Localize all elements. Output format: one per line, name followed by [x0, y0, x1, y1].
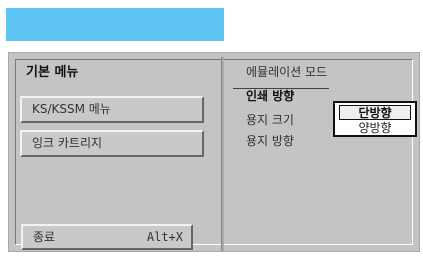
emulation-mode-label[interactable]: 에뮬레이션 모드: [246, 63, 327, 80]
print-direction-dropdown[interactable]: 단방향 양방향: [333, 101, 417, 137]
ks-kssm-menu-button[interactable]: KS/KSSM 메뉴: [20, 96, 204, 123]
menu-title: 기본 메뉴: [26, 65, 79, 80]
column-divider: [221, 57, 224, 251]
print-direction-label[interactable]: 인쇄 방향: [246, 87, 294, 104]
paper-size-label[interactable]: 용지 크기: [246, 111, 294, 128]
exit-label: 종료: [33, 230, 56, 244]
paper-direction-label[interactable]: 용지 방향: [246, 132, 294, 149]
ks-kssm-menu-label: KS/KSSM 메뉴: [32, 102, 111, 116]
option-unidirectional[interactable]: 단방향: [339, 105, 411, 120]
option-bidirectional[interactable]: 양방향: [339, 121, 411, 136]
header-bar: [6, 8, 224, 41]
ink-cartridge-label: 잉크 카트리지: [32, 136, 103, 150]
exit-button[interactable]: 종료 Alt+X: [21, 224, 193, 250]
exit-shortcut: Alt+X: [146, 230, 183, 244]
ink-cartridge-button[interactable]: 잉크 카트리지: [20, 130, 204, 157]
selection-indicator-line: [233, 88, 329, 89]
